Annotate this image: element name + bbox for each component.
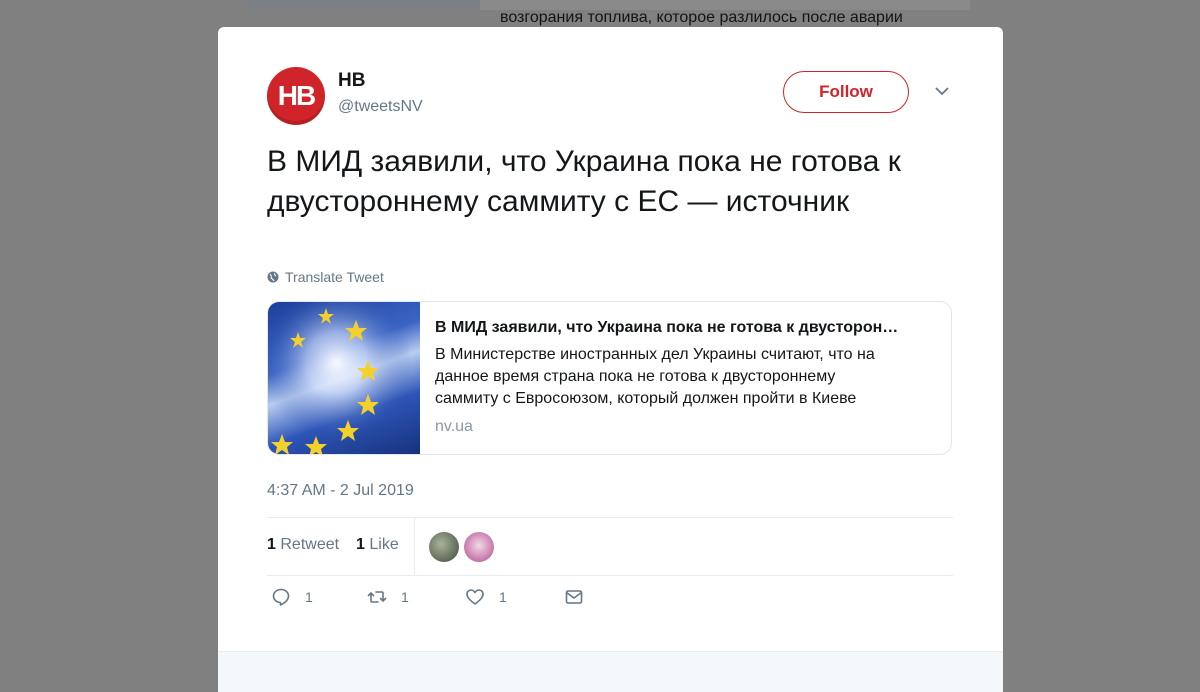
follow-button[interactable]: Follow: [783, 71, 909, 113]
retweets-count: 1: [267, 536, 276, 553]
stats-divider: [414, 518, 415, 575]
divider: [267, 575, 953, 576]
tweet-text: В МИД заявили, что Украина пока не готов…: [267, 145, 901, 218]
tweet-stats: 1 Retweet 1 Like: [267, 518, 953, 575]
reply-icon: [272, 588, 290, 606]
card-domain: nv.ua: [435, 418, 473, 435]
tweet-modal: НВ НВ @tweetsNV Follow В МИД заявили, чт…: [218, 27, 1003, 692]
link-card[interactable]: В МИД заявили, что Украина пока не готов…: [267, 301, 952, 455]
modal-footer: [218, 651, 1003, 692]
retweets-label: Retweet: [280, 536, 340, 553]
liker-avatar[interactable]: [464, 532, 494, 562]
tweet-actions: 1 1 1: [267, 587, 953, 617]
retweet-count: 1: [401, 589, 409, 605]
retweet-icon: [367, 591, 387, 603]
likes-stat[interactable]: 1 Like: [356, 536, 399, 554]
tweet-timestamp[interactable]: 4:37 AM - 2 Jul 2019: [267, 482, 414, 500]
tweet-header: НВ НВ @tweetsNV Follow: [267, 67, 954, 127]
background-thumbnail: [248, 0, 480, 10]
like-count: 1: [499, 589, 507, 605]
background-snippet: возгорания топлива, которое разлилось по…: [500, 9, 903, 26]
like-button[interactable]: 1: [465, 587, 507, 607]
reply-button[interactable]: 1: [271, 587, 313, 607]
retweet-button[interactable]: 1: [367, 587, 409, 607]
heart-icon: [466, 589, 484, 605]
card-body: В МИД заявили, что Украина пока не готов…: [420, 302, 945, 454]
eu-stars-image: [268, 302, 420, 454]
translate-label: Translate Tweet: [285, 269, 384, 285]
translate-tweet-link[interactable]: Translate Tweet: [267, 269, 384, 285]
card-description: В Министерстве иностранных дел Украины с…: [435, 346, 875, 407]
reply-count: 1: [305, 589, 313, 605]
author-handle[interactable]: @tweetsNV: [338, 98, 423, 116]
author-name[interactable]: НВ: [338, 70, 365, 92]
envelope-icon: [565, 590, 583, 604]
retweets-stat[interactable]: 1 Retweet: [267, 536, 339, 554]
card-title[interactable]: В МИД заявили, что Украина пока не готов…: [435, 318, 935, 338]
likes-count: 1: [356, 536, 365, 553]
card-image-eu-flag: [268, 302, 420, 454]
likes-label: Like: [369, 536, 399, 553]
globe-icon: [267, 271, 279, 283]
liker-avatar[interactable]: [429, 532, 459, 562]
author-avatar[interactable]: НВ: [267, 67, 325, 125]
chevron-down-icon[interactable]: [933, 82, 951, 100]
direct-message-button[interactable]: [564, 587, 584, 607]
